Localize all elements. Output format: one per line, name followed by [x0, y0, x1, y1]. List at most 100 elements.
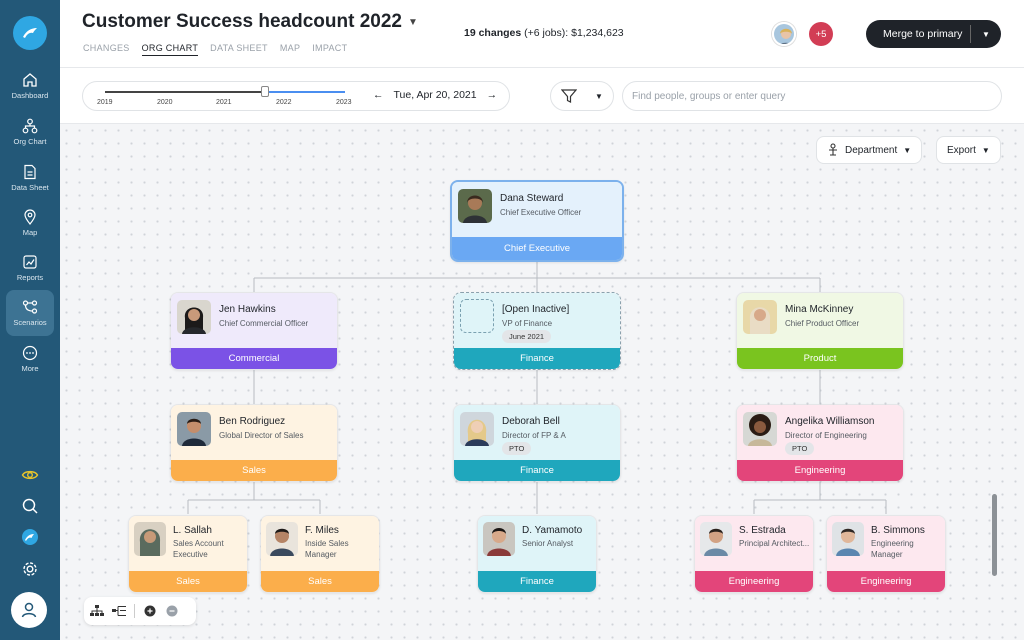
- org-card-open-position[interactable]: [Open Inactive] VP of Finance June 2021 …: [453, 292, 621, 370]
- timeline-slider[interactable]: 2019 2020 2021 2022 2023 ← Tue, Apr 20, …: [82, 81, 510, 111]
- sidebar-item-reports[interactable]: Reports: [6, 245, 54, 291]
- sidebar-item-map[interactable]: Map: [6, 200, 54, 246]
- org-card[interactable]: Jen Hawkins Chief Commercial Officer Com…: [170, 292, 338, 370]
- tab-org-chart[interactable]: ORG CHART: [141, 43, 199, 56]
- status-badge: PTO: [785, 442, 815, 455]
- org-card[interactable]: L. Sallah Sales Account Executive Sales: [128, 515, 248, 593]
- status-badge: June 2021: [502, 330, 552, 343]
- group-label: Product: [737, 348, 903, 369]
- sidebar-item-more[interactable]: More: [6, 336, 54, 382]
- person-photo: [743, 412, 777, 446]
- caret-down-icon[interactable]: ▼: [971, 30, 1001, 39]
- user-avatar-button[interactable]: [11, 592, 47, 628]
- map-pin-icon: [24, 209, 36, 225]
- person-name: Deborah Bell: [502, 416, 560, 427]
- eye-icon[interactable]: [18, 463, 42, 487]
- person-name: [Open Inactive]: [502, 304, 570, 315]
- org-card[interactable]: B. Simmons Engineering Manager Engineeri…: [826, 515, 946, 593]
- list-layout-icon[interactable]: [112, 604, 126, 618]
- page-title[interactable]: Customer Success headcount 2022 ▼: [82, 11, 418, 33]
- person-name: D. Yamamoto: [522, 525, 583, 536]
- tab-data-sheet[interactable]: DATA SHEET: [210, 43, 268, 56]
- person-name: Angelika Williamson: [785, 416, 875, 427]
- filter-funnel-icon: [561, 89, 577, 103]
- group-label: Engineering: [737, 460, 903, 481]
- person-photo: [134, 522, 166, 556]
- group-label: Finance: [454, 348, 620, 369]
- status-badge: PTO: [502, 442, 532, 455]
- timeline-year: 2021: [216, 99, 232, 106]
- collaborator-avatar[interactable]: [772, 22, 796, 46]
- tree-layout-icon[interactable]: [90, 604, 104, 618]
- tab-changes[interactable]: CHANGES: [83, 43, 130, 56]
- org-card[interactable]: S. Estrada Principal Architect... Engine…: [694, 515, 814, 593]
- tab-impact[interactable]: IMPACT: [312, 43, 347, 56]
- merge-label: Merge to primary: [883, 28, 963, 40]
- group-label: Engineering: [695, 571, 813, 592]
- group-label: Sales: [261, 571, 379, 592]
- org-chart-canvas[interactable]: Department ▼ Export ▼ Dana Steward Chief…: [60, 124, 1024, 640]
- header: Customer Success headcount 2022 ▼ CHANGE…: [60, 0, 1024, 68]
- person-title: Senior Analyst: [522, 539, 574, 548]
- person-name: L. Sallah: [173, 525, 212, 536]
- app-logo[interactable]: [13, 16, 47, 50]
- timeline-thumb[interactable]: [261, 86, 269, 97]
- current-date[interactable]: Tue, Apr 20, 2021: [394, 89, 477, 101]
- sidebar-item-org-chart[interactable]: Org Chart: [6, 109, 54, 155]
- sidebar: Dashboard Org Chart Data Sheet Map Repor…: [0, 0, 60, 640]
- arrow-right-icon[interactable]: →: [487, 89, 498, 101]
- arrow-left-icon[interactable]: ←: [373, 89, 384, 101]
- org-card[interactable]: Angelika Williamson Director of Engineer…: [736, 404, 904, 482]
- search-input[interactable]: Find people, groups or enter query: [622, 81, 1002, 111]
- person-photo: [460, 412, 494, 446]
- dolphin-app-icon[interactable]: [18, 525, 42, 549]
- sidebar-item-scenarios[interactable]: Scenarios: [6, 290, 54, 336]
- sidebar-item-label: Org Chart: [13, 137, 47, 146]
- person-photo: [177, 412, 211, 446]
- changes-detail: (+6 jobs): $1,234,623: [521, 27, 624, 39]
- person-title: Chief Product Officer: [785, 319, 860, 328]
- scenarios-icon: [22, 300, 38, 314]
- sidebar-item-dashboard[interactable]: Dashboard: [6, 63, 54, 109]
- person-photo: [743, 300, 777, 334]
- vertical-scrollbar[interactable]: [992, 494, 997, 576]
- person-name: B. Simmons: [871, 525, 925, 536]
- timeline-track-past: [105, 91, 265, 93]
- sidebar-item-label: Map: [22, 228, 38, 237]
- org-card[interactable]: F. Miles Inside Sales Manager Sales: [260, 515, 380, 593]
- sidebar-item-label: Scenarios: [13, 318, 47, 327]
- sidebar-item-data-sheet[interactable]: Data Sheet: [6, 155, 54, 201]
- more-collaborators-badge[interactable]: +5: [809, 22, 833, 46]
- tab-map[interactable]: MAP: [280, 43, 300, 56]
- zoom-out-icon[interactable]: [165, 604, 179, 618]
- person-title: Global Director of Sales: [219, 431, 304, 440]
- person-name: Ben Rodriguez: [219, 416, 286, 427]
- canvas-toolbar: [84, 597, 196, 625]
- person-name: Mina McKinney: [785, 304, 854, 315]
- timeline-year: 2022: [276, 99, 292, 106]
- org-card[interactable]: Mina McKinney Chief Product Officer Prod…: [736, 292, 904, 370]
- org-card-root[interactable]: Dana Steward Chief Executive Officer Chi…: [450, 180, 624, 262]
- person-photo: [177, 300, 211, 334]
- org-card[interactable]: D. Yamamoto Senior Analyst Finance: [477, 515, 597, 593]
- org-card[interactable]: Deborah Bell Director of FP & A PTO Fina…: [453, 404, 621, 482]
- divider: [134, 604, 135, 618]
- org-card[interactable]: Ben Rodriguez Global Director of Sales S…: [170, 404, 338, 482]
- person-title: Director of FP & A: [502, 431, 566, 440]
- settings-gear-icon[interactable]: [18, 557, 42, 581]
- person-photo: [832, 522, 864, 556]
- person-title: Engineering Manager: [871, 539, 914, 559]
- group-label: Commercial: [171, 348, 337, 369]
- filter-button[interactable]: ▼: [550, 81, 614, 111]
- zoom-in-icon[interactable]: [143, 604, 157, 618]
- person-title: VP of Finance: [502, 319, 553, 328]
- timeline-year: 2020: [157, 99, 173, 106]
- person-title: Sales Account Executive: [173, 539, 224, 559]
- empty-photo-placeholder: [460, 299, 494, 333]
- group-label: Chief Executive: [452, 237, 622, 260]
- merge-to-primary-button[interactable]: Merge to primary ▼: [866, 20, 1001, 48]
- sidebar-item-label: More: [21, 364, 39, 373]
- changes-summary[interactable]: 19 changes (+6 jobs): $1,234,623: [464, 27, 624, 39]
- search-icon[interactable]: [18, 494, 42, 518]
- dolphin-logo-icon: [23, 28, 37, 38]
